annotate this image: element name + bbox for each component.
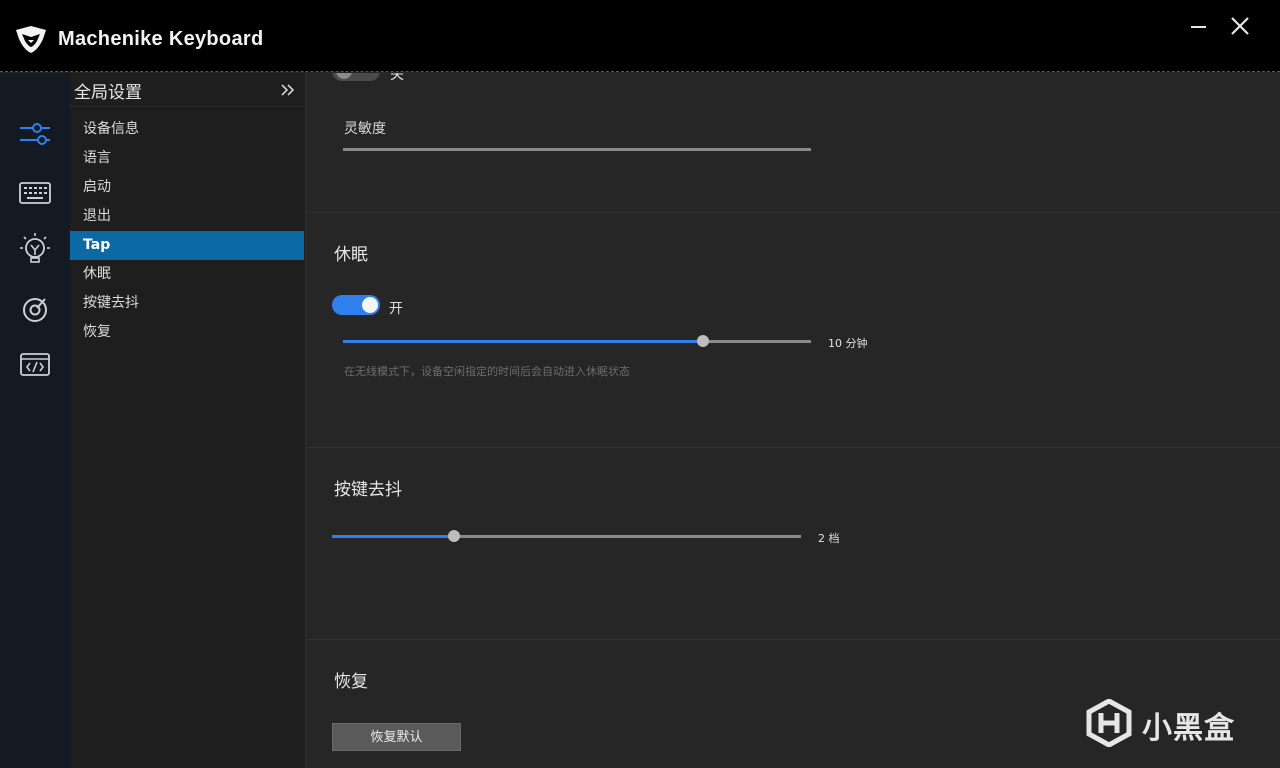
tap-toggle-knob <box>336 73 352 79</box>
machenike-logo-icon <box>16 26 46 53</box>
sleep-toggle-knob <box>362 297 378 313</box>
sensitivity-label: 灵敏度 <box>344 121 386 137</box>
minimize-icon[interactable] <box>1188 14 1212 38</box>
watermark-text: 小黑盒 <box>1142 711 1235 746</box>
sleep-slider-thumb[interactable] <box>697 335 709 347</box>
submenu-item-language[interactable]: 语言 <box>70 144 304 173</box>
target-icon[interactable] <box>14 288 56 330</box>
settings-content: 关 灵敏度 休眠 开 10 分钟 在无线模式下，设备空闲指定的时间后会自动进入休… <box>306 73 1280 768</box>
submenu-item-device-info[interactable]: 设备信息 <box>70 115 304 144</box>
sleep-hint: 在无线模式下，设备空闲指定的时间后会自动进入休眠状态 <box>344 365 630 378</box>
tap-toggle[interactable] <box>332 73 380 81</box>
submenu-item-tap[interactable]: Tap <box>70 231 304 260</box>
debounce-section: 按键去抖 2 档 <box>306 448 1280 640</box>
sliders-icon[interactable] <box>14 113 56 155</box>
tap-toggle-label: 关 <box>390 73 404 83</box>
close-icon[interactable] <box>1228 14 1252 38</box>
debounce-slider[interactable] <box>332 530 801 544</box>
sleep-time-value: 10 分钟 <box>828 337 868 350</box>
restore-default-button[interactable]: 恢复默认 <box>332 723 461 751</box>
sleep-toggle-label: 开 <box>389 301 403 317</box>
lightbulb-icon[interactable] <box>14 229 56 271</box>
submenu-item-sleep[interactable]: 休眠 <box>70 260 304 289</box>
debounce-slider-thumb[interactable] <box>448 530 460 542</box>
submenu-item-startup[interactable]: 启动 <box>70 173 304 202</box>
double-chevron-right-icon[interactable] <box>278 81 298 99</box>
submenu-list: 设备信息 语言 启动 退出 Tap 休眠 按键去抖 恢复 <box>70 115 304 347</box>
title-bar: Machenike Keyboard <box>0 0 1280 72</box>
debounce-slider-fill <box>332 535 454 538</box>
debounce-title: 按键去抖 <box>334 480 402 500</box>
sleep-title: 休眠 <box>334 245 368 265</box>
submenu-item-debounce[interactable]: 按键去抖 <box>70 289 304 318</box>
settings-submenu: 全局设置 设备信息 语言 启动 退出 Tap 休眠 按键去抖 恢复 <box>70 73 306 768</box>
watermark: 小黑盒 <box>1086 697 1246 749</box>
submenu-item-exit[interactable]: 退出 <box>70 202 304 231</box>
debounce-value: 2 档 <box>818 532 840 545</box>
restore-title: 恢复 <box>334 672 368 692</box>
submenu-title: 全局设置 <box>74 83 142 103</box>
submenu-item-restore[interactable]: 恢复 <box>70 318 304 347</box>
tap-section: 关 灵敏度 <box>306 73 1280 213</box>
sensitivity-slider-track <box>343 148 811 151</box>
keyboard-icon[interactable] <box>14 172 56 214</box>
sensitivity-slider[interactable] <box>343 143 811 157</box>
sleep-slider-fill <box>343 340 703 343</box>
sleep-section: 休眠 开 10 分钟 在无线模式下，设备空闲指定的时间后会自动进入休眠状态 <box>306 213 1280 448</box>
icon-rail <box>0 73 70 768</box>
code-window-icon[interactable] <box>14 344 56 386</box>
sleep-time-slider[interactable] <box>343 335 811 349</box>
sleep-toggle[interactable] <box>332 295 380 315</box>
app-title: Machenike Keyboard <box>58 28 264 50</box>
xiaoheihe-logo-icon <box>1086 699 1132 747</box>
submenu-header: 全局设置 <box>70 73 306 107</box>
